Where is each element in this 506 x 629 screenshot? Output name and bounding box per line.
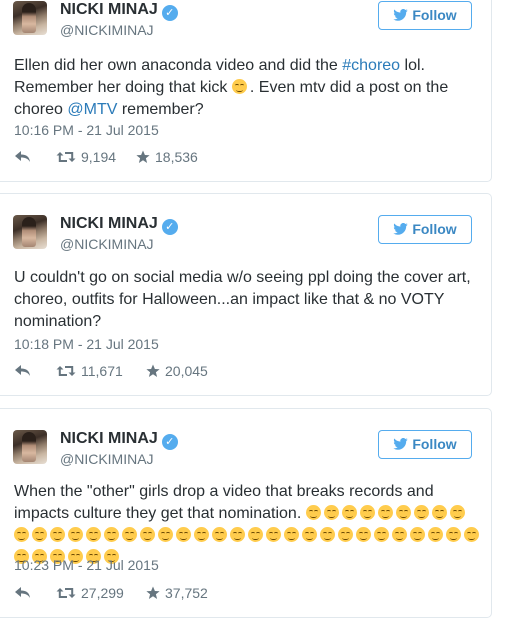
retweet-count: 27,299: [81, 585, 124, 601]
smiling-face-emoji: [32, 527, 47, 542]
tweet-text-segment: Ellen did her own anaconda video and did…: [14, 57, 343, 74]
tweet-card: NICKI MINAJ ✓ @NICKIMINAJ Follow Ellen di…: [0, 0, 492, 182]
follow-label[interactable]: Follow: [412, 7, 456, 23]
smiling-face-emoji: [86, 527, 101, 542]
smiling-face-emoji: [68, 527, 83, 542]
tired-face-emoji: [231, 79, 247, 94]
smiling-face-emoji: [230, 527, 245, 542]
reply-button[interactable]: [14, 149, 31, 163]
twitter-bird-icon: [393, 223, 409, 235]
reply-button[interactable]: [14, 585, 31, 599]
like-count: 37,752: [165, 585, 208, 601]
retweet-button[interactable]: 11,671: [56, 363, 123, 379]
smiling-face-emoji: [176, 527, 191, 542]
smiling-face-emoji: [320, 527, 335, 542]
smiling-face-emoji: [140, 527, 155, 542]
smiling-face-emoji: [341, 505, 357, 520]
reply-icon: [15, 587, 30, 598]
avatar[interactable]: [13, 215, 47, 249]
mention-link[interactable]: @MTV: [67, 101, 117, 118]
retweet-icon: [56, 366, 76, 376]
smiling-face-emoji: [395, 505, 411, 520]
smiling-face-emoji: [50, 527, 65, 542]
like-button[interactable]: 18,536: [136, 149, 198, 165]
like-count: 20,045: [165, 363, 208, 379]
follow-button[interactable]: Follow: [378, 1, 472, 30]
timestamp[interactable]: 10:18 PM - 21 Jul 2015: [14, 336, 159, 352]
reply-icon: [15, 151, 30, 162]
verified-badge-icon: ✓: [161, 5, 178, 21]
avatar[interactable]: [13, 1, 47, 35]
star-icon: [146, 364, 160, 377]
twitter-bird-icon: [393, 9, 409, 21]
smiling-face-emoji: [431, 505, 447, 520]
smiling-face-emoji: [323, 505, 339, 520]
smiling-face-emoji: [446, 527, 461, 542]
smiling-face-emoji: [359, 505, 375, 520]
tweet-card: NICKI MINAJ ✓ @NICKIMINAJ Follow U couldn…: [0, 193, 492, 396]
author-name[interactable]: NICKI MINAJ ✓: [60, 1, 178, 21]
smiling-face-emoji: [410, 527, 425, 542]
retweet-icon: [56, 588, 76, 598]
tweet-text: U couldn't go on social media w/o seeing…: [14, 269, 471, 330]
tweet-text: Ellen did her own anaconda video and did…: [14, 55, 484, 121]
smiling-face-emoji: [338, 527, 353, 542]
twitter-bird-icon: [393, 438, 409, 450]
smiling-face-emoji: [464, 527, 479, 542]
timestamp[interactable]: 10:16 PM - 21 Jul 2015: [14, 122, 159, 138]
smiling-face-emoji: [305, 505, 321, 520]
smiling-face-emoji: [158, 527, 173, 542]
verified-badge-icon: ✓: [161, 434, 178, 450]
star-icon: [136, 150, 150, 163]
like-count: 18,536: [155, 149, 198, 165]
smiling-face-emoji: [212, 527, 227, 542]
follow-label[interactable]: Follow: [412, 221, 456, 237]
follow-label[interactable]: Follow: [412, 436, 456, 452]
follow-button[interactable]: Follow: [378, 430, 472, 459]
author-name-text[interactable]: NICKI MINAJ: [60, 430, 158, 447]
reply-icon: [15, 365, 30, 376]
author-handle[interactable]: @NICKIMINAJ: [60, 22, 154, 38]
smiling-face-emoji: [122, 527, 137, 542]
follow-button[interactable]: Follow: [378, 215, 472, 244]
hashtag-link[interactable]: #choreo: [342, 57, 400, 74]
star-icon: [146, 586, 160, 599]
retweet-button[interactable]: 9,194: [56, 149, 116, 165]
smiling-face-emoji: [374, 527, 389, 542]
author-name[interactable]: NICKI MINAJ ✓: [60, 215, 178, 235]
smiling-face-emoji: [392, 527, 407, 542]
smiling-face-emoji: [449, 505, 465, 520]
smiling-face-emoji: [194, 527, 209, 542]
tweet-text-segment: remember?: [117, 101, 204, 118]
smiling-face-emoji: [413, 505, 429, 520]
author-handle[interactable]: @NICKIMINAJ: [60, 236, 154, 252]
smiling-face-emoji: [14, 527, 29, 542]
smiling-face-emoji: [377, 505, 393, 520]
smiling-face-emoji: [302, 527, 317, 542]
author-name-text[interactable]: NICKI MINAJ: [60, 1, 158, 18]
author-name[interactable]: NICKI MINAJ ✓: [60, 430, 178, 450]
smiling-face-emoji: [104, 527, 119, 542]
smiling-face-emoji: [248, 527, 263, 542]
smiling-face-emoji: [428, 527, 443, 542]
retweet-button[interactable]: 27,299: [56, 585, 124, 601]
avatar[interactable]: [13, 430, 47, 464]
reply-button[interactable]: [14, 363, 31, 377]
smiling-face-emoji: [356, 527, 371, 542]
timestamp[interactable]: 10:23 PM - 21 Jul 2015: [14, 557, 159, 573]
retweet-icon: [56, 152, 76, 162]
smiling-face-emoji: [284, 527, 299, 542]
like-button[interactable]: 37,752: [146, 585, 208, 601]
author-handle[interactable]: @NICKIMINAJ: [60, 451, 154, 467]
tweet-card: NICKI MINAJ ✓ @NICKIMINAJ Follow When the…: [0, 408, 492, 618]
retweet-count: 9,194: [81, 149, 117, 165]
verified-badge-icon: ✓: [161, 219, 178, 235]
smiling-face-emoji: [266, 527, 281, 542]
like-button[interactable]: 20,045: [146, 363, 208, 379]
retweet-count: 11,671: [81, 363, 123, 379]
tweet-text: When the "other" girls drop a video that…: [14, 481, 484, 569]
author-name-text[interactable]: NICKI MINAJ: [60, 215, 158, 232]
